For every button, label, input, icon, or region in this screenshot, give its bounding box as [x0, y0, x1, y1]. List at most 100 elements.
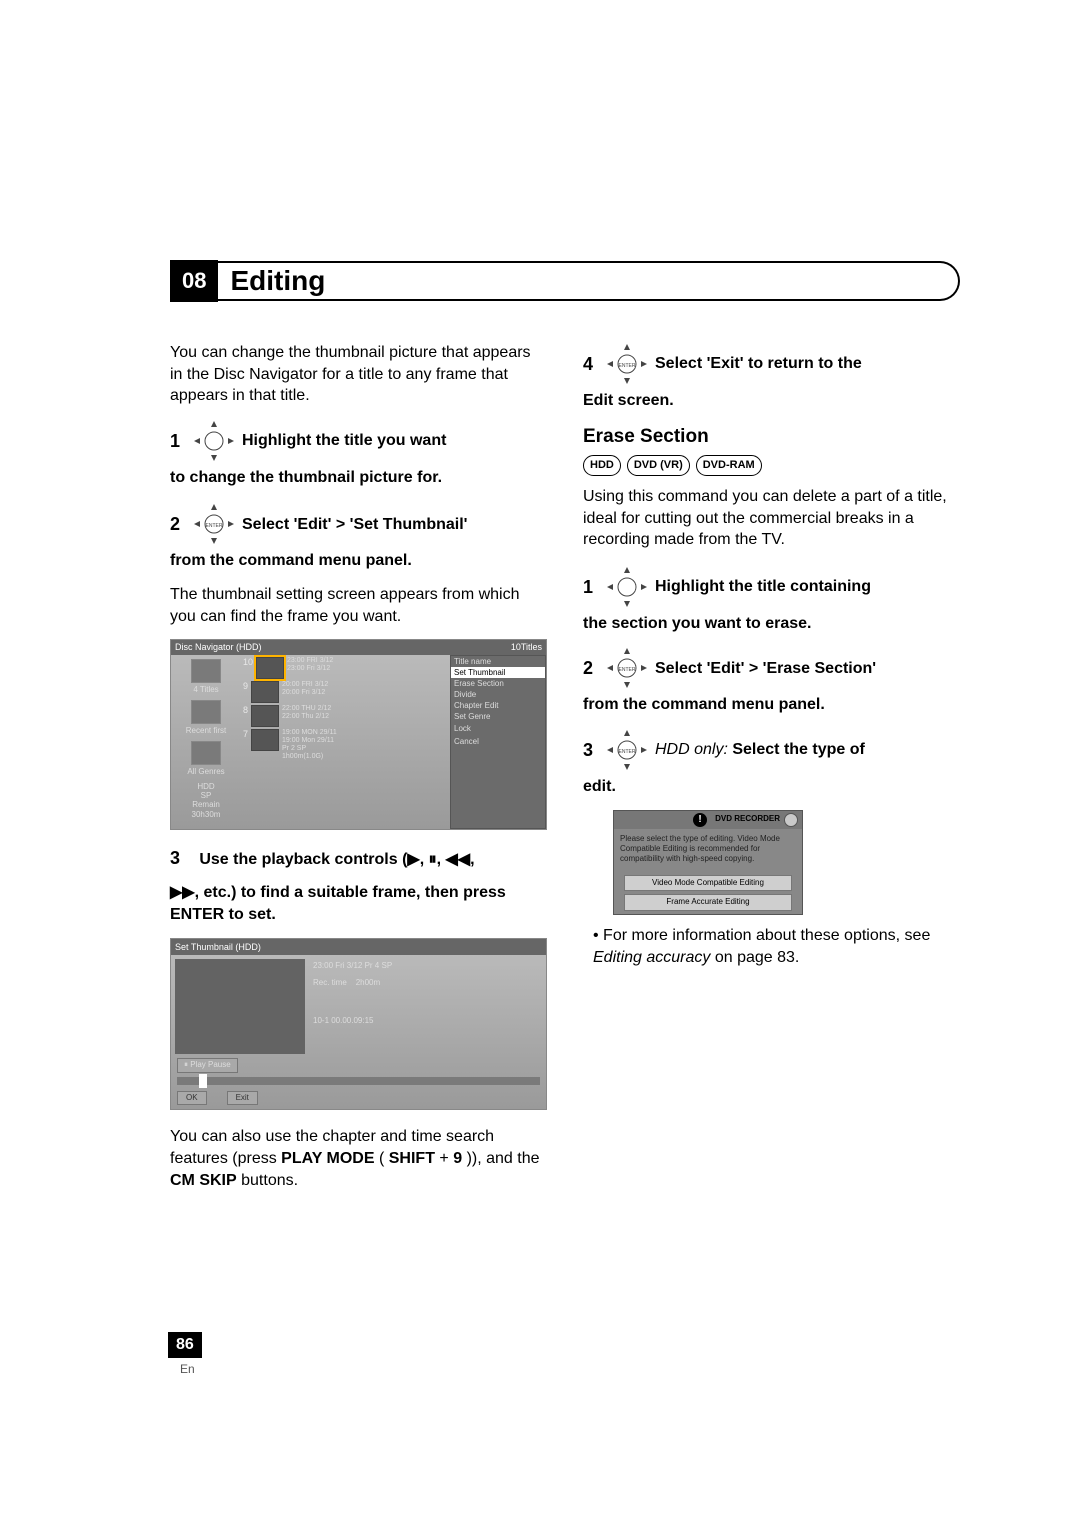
- row-num: 8: [243, 705, 248, 715]
- bullet-item: For more information about these options…: [593, 925, 960, 968]
- badge-dvdram: DVD-RAM: [696, 455, 762, 476]
- erase-s1a: Highlight the title containing: [655, 576, 871, 598]
- step2-text-c: The thumbnail setting screen appears fro…: [170, 584, 547, 627]
- right-column: 4 ENTER Select 'Exit' to return to the E…: [583, 342, 960, 1203]
- dpad-icon: [605, 565, 649, 609]
- svg-text:ENTER: ENTER: [619, 749, 636, 755]
- svg-text:ENTER: ENTER: [619, 667, 636, 673]
- erase-s3: HDD only: Select the type of: [655, 739, 865, 761]
- chapter-title: Editing: [230, 265, 325, 297]
- shot1-title: Disc Navigator (HDD): [175, 642, 262, 652]
- erase-s3b: Select the type of: [732, 741, 864, 758]
- shot2-reclabel: Rec. time: [313, 978, 347, 987]
- page-number: 86: [168, 1332, 202, 1358]
- erase-s3c: edit.: [583, 776, 960, 798]
- enter-dpad-icon: ENTER: [605, 728, 649, 772]
- row-tail1: Pr 2 SP: [282, 745, 448, 753]
- step-4: 4 ENTER Select 'Exit' to return to the: [583, 342, 960, 386]
- badge-dvdvr: DVD (VR): [627, 455, 690, 476]
- chapter-header: 08 Editing: [170, 260, 960, 302]
- row-num: 7: [243, 729, 248, 739]
- shot2-timeline: [177, 1077, 540, 1085]
- shot2-exit: Exit: [227, 1091, 258, 1106]
- step1-text-a: Highlight the title you want: [242, 430, 446, 452]
- disc-navigator-screenshot: Disc Navigator (HDD) 10Titles 4 Titles R…: [170, 639, 547, 830]
- row-l2: 19:00 Mon 29/11: [282, 737, 448, 745]
- dialog-opt1: Video Mode Compatible Editing: [624, 875, 792, 892]
- step4-text-a: Select 'Exit' to return to the: [655, 353, 862, 375]
- hdd-only: HDD only:: [655, 741, 732, 758]
- menu-item: Erase Section: [451, 678, 545, 689]
- side-remain: Remain: [192, 800, 220, 809]
- step-number: 1: [170, 429, 186, 453]
- row-l2: 20:00 Fri 3/12: [282, 689, 448, 697]
- side-titles: 4 Titles: [193, 685, 218, 694]
- menu-item: Cancel: [451, 736, 545, 747]
- enter-dpad-icon: ENTER: [605, 646, 649, 690]
- side-recent: Recent first: [186, 726, 226, 735]
- left-column: You can change the thumbnail picture tha…: [170, 342, 547, 1203]
- menu-item-selected: Set Thumbnail: [451, 667, 545, 678]
- erase-step-3: 3 ENTER HDD only: Select the type of: [583, 728, 960, 772]
- step-1: 1 Highlight the title you want: [170, 419, 547, 463]
- edit-type-dialog: ! DVD RECORDER Please select the type of…: [613, 810, 803, 916]
- enter-dpad-icon: ENTER: [605, 342, 649, 386]
- play-mode-note: You can also use the chapter and time se…: [170, 1126, 547, 1191]
- chapter-title-bar: Editing: [218, 261, 960, 301]
- note-shift: SHIFT: [389, 1150, 435, 1167]
- erase-step-2: 2 ENTER Select 'Edit' > 'Erase Section': [583, 646, 960, 690]
- bul-b: Editing accuracy: [593, 949, 710, 966]
- dialog-header: DVD RECORDER: [715, 814, 780, 825]
- shot1-list: 1023:00 FRI 3/1223:00 Fri 3/12 920:00 FR…: [241, 655, 450, 829]
- erase-s2b: from the command menu panel.: [583, 694, 960, 716]
- erase-s1b: the section you want to erase.: [583, 613, 960, 635]
- bul-c: on page 83.: [715, 949, 800, 966]
- step-number: 1: [583, 575, 599, 599]
- row-l1: 23:00 FRI 3/12: [287, 657, 448, 665]
- svg-text:ENTER: ENTER: [206, 523, 223, 529]
- row-num: 9: [243, 681, 248, 691]
- menu-item: Chapter Edit: [451, 700, 545, 711]
- step-number: 4: [583, 352, 599, 376]
- row-l2: 23:00 Fri 3/12: [287, 665, 448, 673]
- shot2-title: Set Thumbnail (HDD): [171, 939, 546, 955]
- erase-section-heading: Erase Section: [583, 424, 960, 450]
- step-number: 2: [583, 656, 599, 680]
- side-genres: All Genres: [187, 767, 224, 776]
- step-number: 3: [583, 738, 599, 762]
- note-e: +: [439, 1150, 453, 1167]
- page-lang: En: [180, 1362, 195, 1376]
- bullet-list: For more information about these options…: [583, 925, 960, 968]
- note-i: buttons.: [241, 1172, 298, 1189]
- row-l1: 19:00 MON 29/11: [282, 729, 448, 737]
- step4-text-b: Edit screen.: [583, 390, 960, 412]
- step3-text-a: Use the playback controls (▶, ⏸, ◀◀,: [199, 851, 474, 868]
- bul-a: For more information about these options…: [603, 927, 930, 944]
- side-hdd: HDD: [197, 782, 214, 791]
- row-l1: 20:00 FRI 3/12: [282, 681, 448, 689]
- menu-item: Title name: [451, 656, 545, 667]
- shot1-sidebar: 4 Titles Recent first All Genres HDDSPRe…: [171, 655, 241, 829]
- note-9: 9: [453, 1150, 462, 1167]
- row-l2: 22:00 Thu 2/12: [282, 713, 448, 721]
- step3-line: 3 Use the playback controls (▶, ⏸, ◀◀,: [170, 846, 547, 871]
- step-number: 3: [170, 846, 186, 870]
- shot2-recval: 2h00m: [356, 978, 380, 987]
- menu-item: Set Genre: [451, 711, 545, 722]
- step-number: 2: [170, 512, 186, 536]
- menu-item: Lock: [451, 723, 545, 734]
- badge-hdd: HDD: [583, 455, 621, 476]
- side-remval: 30h30m: [192, 810, 221, 819]
- step1-text-b: to change the thumbnail picture for.: [170, 467, 547, 489]
- step3-text-b: ▶▶, etc.) to find a suitable frame, then…: [170, 882, 547, 925]
- intro-text: You can change the thumbnail picture tha…: [170, 342, 547, 407]
- manual-page: 08 Editing You can change the thumbnail …: [0, 0, 1080, 1203]
- dpad-icon: [192, 419, 236, 463]
- shot2-timecode: 10-1 00.00.09:15: [313, 1016, 542, 1027]
- erase-s2a: Select 'Edit' > 'Erase Section': [655, 658, 876, 680]
- shot1-count: 10Titles: [511, 642, 542, 652]
- note-cmskip: CM SKIP: [170, 1172, 237, 1189]
- content-columns: You can change the thumbnail picture tha…: [170, 342, 960, 1203]
- disc-icon: [784, 813, 798, 827]
- row-l1: 22:00 THU 2/12: [282, 705, 448, 713]
